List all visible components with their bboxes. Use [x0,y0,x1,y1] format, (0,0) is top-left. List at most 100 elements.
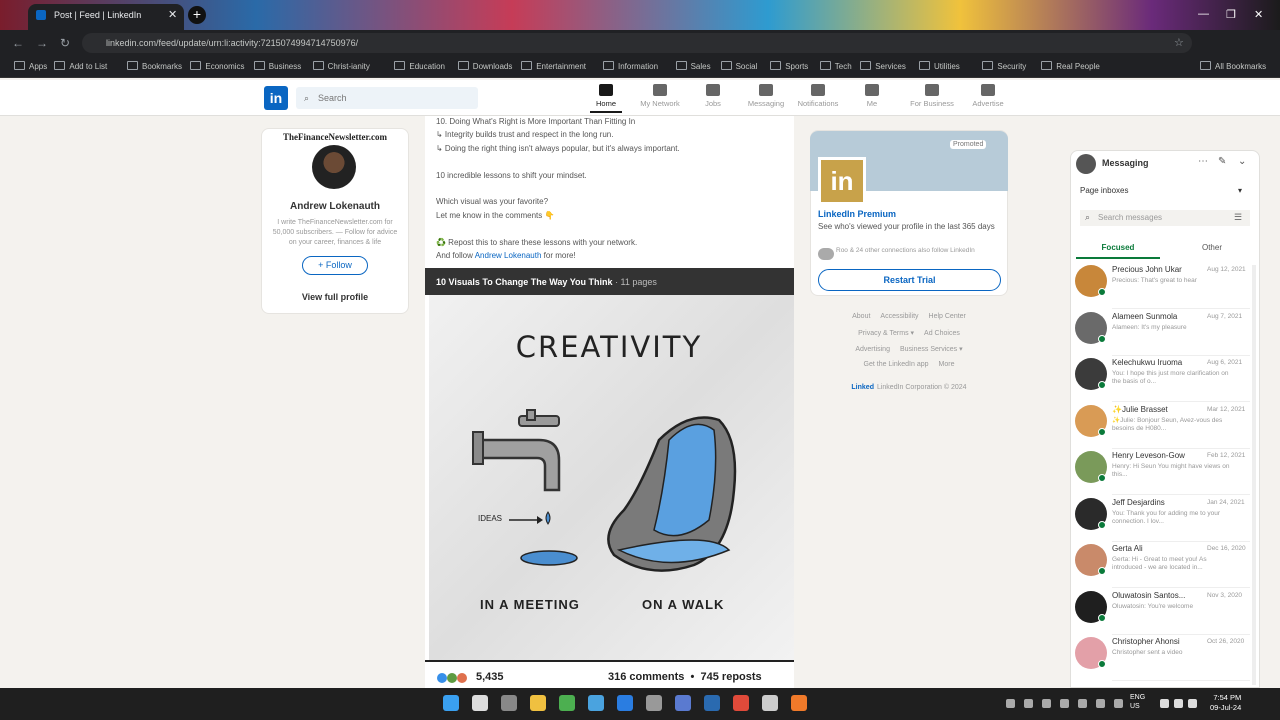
nav-me[interactable]: Me [844,84,900,108]
app-icon[interactable] [791,695,807,711]
forward-icon[interactable]: → [36,36,48,50]
footer-link[interactable]: Advertising [855,346,890,353]
app-icon[interactable] [675,695,691,711]
messaging-title[interactable]: Messaging [1102,158,1149,168]
author-link[interactable]: Andrew Lokenauth [475,251,542,260]
app-icon[interactable] [762,695,778,711]
all-bookmarks[interactable]: All Bookmarks [1200,61,1266,71]
app-icon[interactable] [1060,699,1069,708]
bookmark-star-icon[interactable]: ☆ [1174,36,1184,49]
nav-for-business[interactable]: For Business [904,84,960,108]
footer-link[interactable]: Get the LinkedIn app [864,361,929,368]
chevron-up-icon[interactable] [1006,699,1015,708]
footer-link[interactable]: More [939,361,955,368]
bookmark-item[interactable]: Apps [14,61,47,71]
bookmark-item[interactable]: Social [721,61,758,71]
nav-notifications[interactable]: Notifications [790,84,846,108]
reaction-count[interactable]: 5,435 [476,671,504,683]
bookmark-item[interactable]: Entertainment [521,61,586,71]
conversation-item[interactable]: Christopher Ahonsi Oct 26, 2020 Christophe… [1072,635,1250,681]
chrome-icon[interactable] [559,695,575,711]
linkedin-logo-icon[interactable]: in [264,86,288,110]
app-icon[interactable] [1114,699,1123,708]
chevron-down-icon[interactable]: ⌄ [1238,156,1246,167]
task-view-icon[interactable] [501,695,517,711]
bookmark-item[interactable]: Business [254,61,301,71]
page-inboxes-dropdown[interactable]: Page inboxes [1080,186,1128,195]
filter-icon[interactable]: ☰ [1234,212,1242,223]
search-icon[interactable] [472,695,488,711]
profile-avatar[interactable] [312,145,356,189]
footer-link[interactable]: Privacy & Terms ▾ [858,330,914,337]
bookmark-item[interactable]: Security [982,61,1026,71]
messaging-scrollbar[interactable] [1252,265,1256,685]
nav-messaging[interactable]: Messaging [738,84,794,108]
bookmark-item[interactable]: Services [860,61,906,71]
conversation-item[interactable]: Oluwatosin Santos... Nov 3, 2020 Oluwatosi… [1072,589,1250,635]
bookmark-item[interactable]: Bookmarks [127,61,182,71]
conversation-item[interactable]: ✨Julie Brasset Mar 12, 2021 ✨Julie: Bonjou… [1072,403,1250,449]
conversation-item[interactable]: Alameen Sunmola Aug 7, 2021 Alameen: It's … [1072,310,1250,356]
bookmark-item[interactable]: Tech [820,61,852,71]
search-messages-input[interactable]: Search messages [1080,210,1250,226]
search-input[interactable]: Search [296,87,478,109]
app-icon[interactable] [1024,699,1033,708]
bookmark-item[interactable]: Economics [190,61,244,71]
bookmark-item[interactable]: Sales [676,61,711,71]
windows-start-icon[interactable] [443,695,459,711]
footer-link[interactable]: Ad Choices [924,330,960,337]
conversation-item[interactable]: Henry Leveson-Gow Feb 12, 2021 Henry: Hi S… [1072,449,1250,495]
footer-link[interactable]: Help Center [929,313,966,320]
view-full-profile-link[interactable]: View full profile [261,292,409,302]
language-indicator[interactable]: ENG US [1130,693,1145,711]
notepad-icon[interactable] [588,695,604,711]
nav-advertise[interactable]: Advertise [960,84,1016,108]
file-explorer-icon[interactable] [530,695,546,711]
bookmark-item[interactable]: Real People [1041,61,1100,71]
settings-icon[interactable] [646,695,662,711]
bookmark-item[interactable]: Education [394,61,445,71]
close-window-icon[interactable]: ✕ [1254,8,1263,21]
browser-tab[interactable]: Post | Feed | LinkedIn [28,4,184,30]
bookmark-item[interactable]: Information [603,61,658,71]
close-tab-icon[interactable]: ✕ [168,8,177,21]
bookmark-item[interactable]: Sports [770,61,808,71]
profile-name[interactable]: Andrew Lokenauth [261,201,409,212]
new-tab-button[interactable]: + [188,6,206,24]
nav-home[interactable]: Home [578,84,634,113]
minimize-icon[interactable]: — [1198,8,1209,20]
comments-reposts[interactable]: 316 comments • 745 reposts [608,671,762,683]
conversation-item[interactable]: Kelechukwu Iruoma Aug 6, 2021 You: I hope … [1072,356,1250,402]
dropdown-caret-icon[interactable]: ▾ [1238,186,1242,195]
bookmark-item[interactable]: Downloads [458,61,513,71]
more-options-icon[interactable]: ⋯ [1198,156,1208,167]
nav-jobs[interactable]: Jobs [685,84,741,108]
repost-count[interactable]: 745 reposts [701,671,762,683]
footer-link[interactable]: About [852,313,870,320]
nav-my-network[interactable]: My Network [632,84,688,108]
bookmark-item[interactable]: Utilities [919,61,960,71]
comment-count[interactable]: 316 comments [608,671,684,683]
tab-focused[interactable]: Focused [1076,243,1160,259]
compose-icon[interactable]: ✎ [1218,156,1226,167]
restart-trial-button[interactable]: Restart Trial [818,269,1001,291]
footer-link[interactable]: Business Services ▾ [900,346,963,353]
maximize-icon[interactable]: ❐ [1226,8,1236,21]
app-icon[interactable] [704,695,720,711]
conversation-item[interactable]: Jeff Desjardins Jan 24, 2021 You: Thank yo… [1072,496,1250,542]
taskbar-clock[interactable]: 7:54 PM 09-Jul-24 [1210,693,1241,713]
app-icon[interactable] [1096,699,1105,708]
wifi-icon[interactable] [1160,699,1169,708]
document-title-bar[interactable]: 10 Visuals To Change The Way You Think ·… [425,268,794,295]
app-icon[interactable] [1042,699,1051,708]
volume-icon[interactable] [1174,699,1183,708]
app-icon[interactable] [1078,699,1087,708]
conversation-item[interactable]: Precious John Ukar Aug 12, 2021 Precious: … [1072,263,1250,309]
bookmark-item[interactable]: Christ-ianity [313,61,370,71]
reload-icon[interactable]: ↻ [60,36,70,50]
bookmark-item[interactable]: Add to List [54,61,107,71]
follow-button[interactable]: + Follow [302,256,368,275]
address-bar[interactable]: linkedin.com/feed/update/urn:li:activity… [82,33,1192,53]
tab-other[interactable]: Other [1180,243,1244,252]
footer-link[interactable]: Accessibility [880,313,918,320]
